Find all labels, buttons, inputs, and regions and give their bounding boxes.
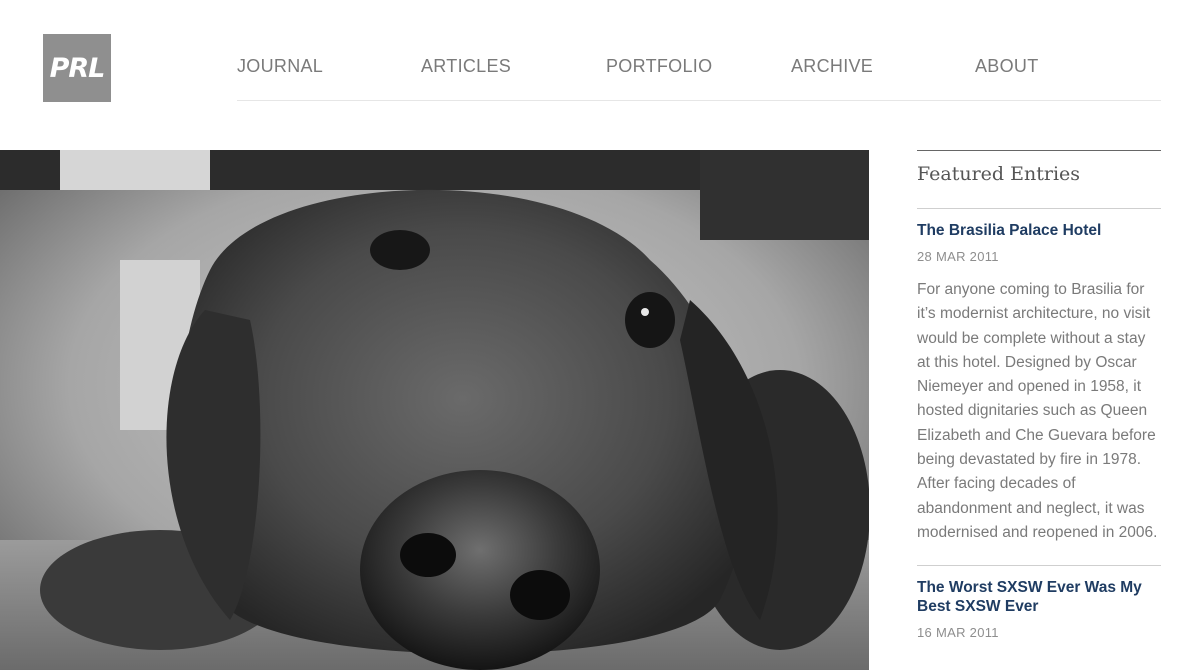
entry-excerpt: For anyone coming to Brasilia for it’s m…: [917, 281, 1158, 541]
nav-item-journal[interactable]: JOURNAL: [237, 56, 323, 77]
entry-title-link[interactable]: The Brasilia Palace Hotel: [917, 221, 1161, 240]
nav-item-portfolio[interactable]: PORTFOLIO: [606, 56, 712, 77]
nav-item-archive[interactable]: ARCHIVE: [791, 56, 873, 77]
entry-title-link[interactable]: The Worst SXSW Ever Was My Best SXSW Eve…: [917, 578, 1161, 616]
site-logo[interactable]: PRL: [43, 34, 111, 102]
entry-date: 16 MAR 2011: [917, 625, 999, 641]
featured-entry: The Worst SXSW Ever Was My Best SXSW Eve…: [917, 565, 1161, 640]
featured-entry: The Brasilia Palace Hotel 28 MAR 2011 Fo…: [917, 209, 1161, 545]
featured-entries-sidebar: Featured Entries The Brasilia Palace Hot…: [917, 150, 1161, 640]
entry-date: 28 MAR 2011: [917, 249, 999, 264]
sidebar-heading: Featured Entries: [917, 151, 1161, 209]
main-navigation: JOURNAL ARTICLES PORTFOLIO ARCHIVE ABOUT: [237, 0, 1161, 101]
dog-photo: [0, 150, 869, 670]
nav-item-articles[interactable]: ARTICLES: [421, 56, 511, 77]
hero-image[interactable]: [0, 150, 869, 670]
nav-item-about[interactable]: ABOUT: [975, 56, 1039, 77]
